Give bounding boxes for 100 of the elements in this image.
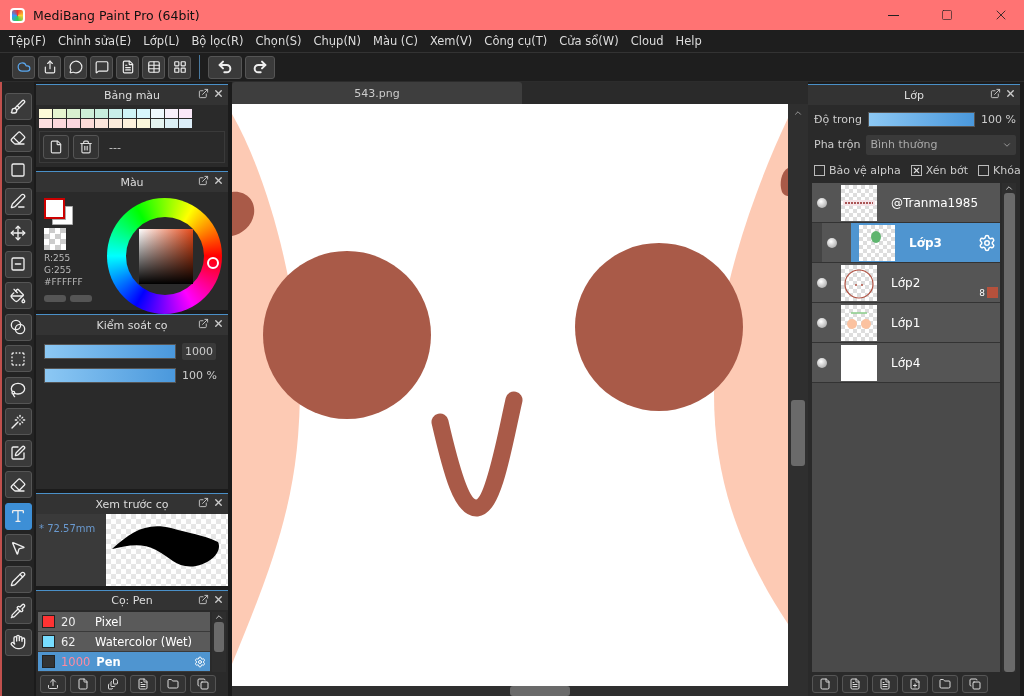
hue-handle[interactable] <box>207 257 219 269</box>
color-swatch[interactable] <box>179 119 192 128</box>
color-swatch[interactable] <box>151 119 164 128</box>
menu-item[interactable]: Chọn(S) <box>249 34 308 48</box>
menu-item[interactable]: Tệp(F) <box>3 34 52 48</box>
toolbar-button[interactable] <box>116 55 139 79</box>
tool-button[interactable] <box>4 282 32 309</box>
scroll-thumb[interactable] <box>791 400 805 466</box>
toolbar-button[interactable] <box>168 55 191 79</box>
color-swatch[interactable] <box>53 119 66 128</box>
transparent-color[interactable] <box>44 228 66 250</box>
color-swatch[interactable] <box>109 119 122 128</box>
layer-action-button[interactable] <box>902 675 928 693</box>
tool-button[interactable] <box>4 93 32 120</box>
color-swatch[interactable] <box>123 119 136 128</box>
color-swatch[interactable] <box>137 119 150 128</box>
settings-icon[interactable] <box>978 233 996 252</box>
redo-button[interactable] <box>245 55 275 79</box>
layer-row[interactable]: @Tranma1985 <box>812 183 1000 223</box>
tool-button[interactable] <box>4 156 32 183</box>
vertical-scrollbar[interactable] <box>788 104 808 686</box>
close-icon[interactable] <box>213 497 224 508</box>
scroll-thumb[interactable] <box>1003 193 1015 672</box>
layer-action-button[interactable] <box>962 675 988 693</box>
menu-item[interactable]: Chỉnh sửa(E) <box>52 34 138 48</box>
color-swatch[interactable] <box>39 109 52 118</box>
scroll-up-icon[interactable] <box>214 612 224 622</box>
color-swatch[interactable] <box>39 119 52 128</box>
undock-icon[interactable] <box>198 497 209 508</box>
menu-item[interactable]: Xem(V) <box>423 34 479 48</box>
scrollbar[interactable] <box>212 612 226 672</box>
brush-item[interactable]: 62 Watercolor (Wet) <box>38 632 210 652</box>
tool-button[interactable] <box>4 313 32 341</box>
tool-button[interactable] <box>4 628 32 656</box>
color-swatch[interactable] <box>95 119 108 128</box>
color-swatch[interactable] <box>81 119 94 128</box>
visibility-toggle[interactable] <box>817 357 827 368</box>
tool-button[interactable] <box>4 250 32 278</box>
close-icon[interactable] <box>1005 88 1016 99</box>
layer-row[interactable]: Lớp2 8 <box>812 263 1000 303</box>
scroll-up-icon[interactable] <box>793 108 803 118</box>
layer-action-button[interactable] <box>842 675 868 693</box>
color-swatch[interactable] <box>165 119 178 128</box>
layer-action-button[interactable] <box>872 675 898 693</box>
brush-action-button[interactable] <box>70 675 96 693</box>
menu-item[interactable]: Cửa sổ(W) <box>553 34 625 48</box>
color-swatch[interactable] <box>67 119 80 128</box>
tool-button[interactable] <box>4 187 32 215</box>
tool-button[interactable] <box>4 439 32 467</box>
scroll-up-icon[interactable] <box>1004 183 1014 193</box>
close-icon[interactable] <box>213 175 224 186</box>
visibility-toggle[interactable] <box>817 277 827 288</box>
toolbar-button[interactable] <box>38 55 61 79</box>
color-swatch[interactable] <box>123 109 136 118</box>
color-swatch[interactable] <box>151 109 164 118</box>
layer-action-button[interactable] <box>932 675 958 693</box>
undock-icon[interactable] <box>198 594 209 605</box>
layer-row[interactable]: Lớp1 <box>812 303 1000 343</box>
menu-item[interactable]: Lớp(L) <box>137 34 186 48</box>
toolbar-button[interactable] <box>142 55 165 79</box>
undock-icon[interactable] <box>198 175 209 186</box>
checkbox[interactable] <box>910 164 922 176</box>
tool-button[interactable] <box>4 219 32 246</box>
checkbox[interactable] <box>814 164 825 176</box>
color-swatch[interactable] <box>81 109 94 118</box>
toolbar-button[interactable] <box>64 55 87 79</box>
brush-action-button[interactable] <box>190 675 216 693</box>
blend-dropdown[interactable]: Bình thường <box>866 134 1016 155</box>
new-palette-button[interactable] <box>43 135 69 159</box>
close-icon[interactable] <box>213 88 224 99</box>
brush-item[interactable]: 20 Pixel <box>38 612 210 632</box>
size-field[interactable]: 1000 <box>182 343 216 360</box>
brush-action-button[interactable] <box>160 675 186 693</box>
scroll-thumb[interactable] <box>214 622 224 652</box>
checkbox[interactable] <box>978 164 990 176</box>
opacity-slider[interactable] <box>869 113 975 126</box>
undock-icon[interactable] <box>198 88 209 99</box>
menu-item[interactable]: Bộ lọc(R) <box>185 34 250 48</box>
brush-action-button[interactable] <box>130 675 156 693</box>
close-icon[interactable] <box>213 318 224 329</box>
color-swatch[interactable] <box>53 109 66 118</box>
tool-button[interactable] <box>4 565 32 593</box>
color-swatch[interactable] <box>137 109 150 118</box>
size-slider[interactable] <box>45 345 175 358</box>
foreground-color[interactable] <box>44 198 65 219</box>
brush-action-button[interactable] <box>40 675 66 693</box>
color-swatch[interactable] <box>67 109 80 118</box>
menu-item[interactable]: Cloud <box>624 34 670 48</box>
visibility-toggle[interactable] <box>817 197 827 208</box>
color-swatch[interactable] <box>109 109 122 118</box>
horizontal-scrollbar[interactable] <box>232 686 808 696</box>
opacity-slider[interactable] <box>45 369 175 382</box>
scrollbar[interactable] <box>1002 183 1016 672</box>
menu-item[interactable]: Màu (C) <box>366 34 424 48</box>
tool-button[interactable] <box>4 408 32 435</box>
scroll-thumb[interactable] <box>510 686 570 696</box>
color-swatch[interactable] <box>95 109 108 118</box>
toolbar-button[interactable] <box>90 55 113 79</box>
visibility-toggle[interactable] <box>827 237 837 248</box>
undock-icon[interactable] <box>990 88 1001 99</box>
